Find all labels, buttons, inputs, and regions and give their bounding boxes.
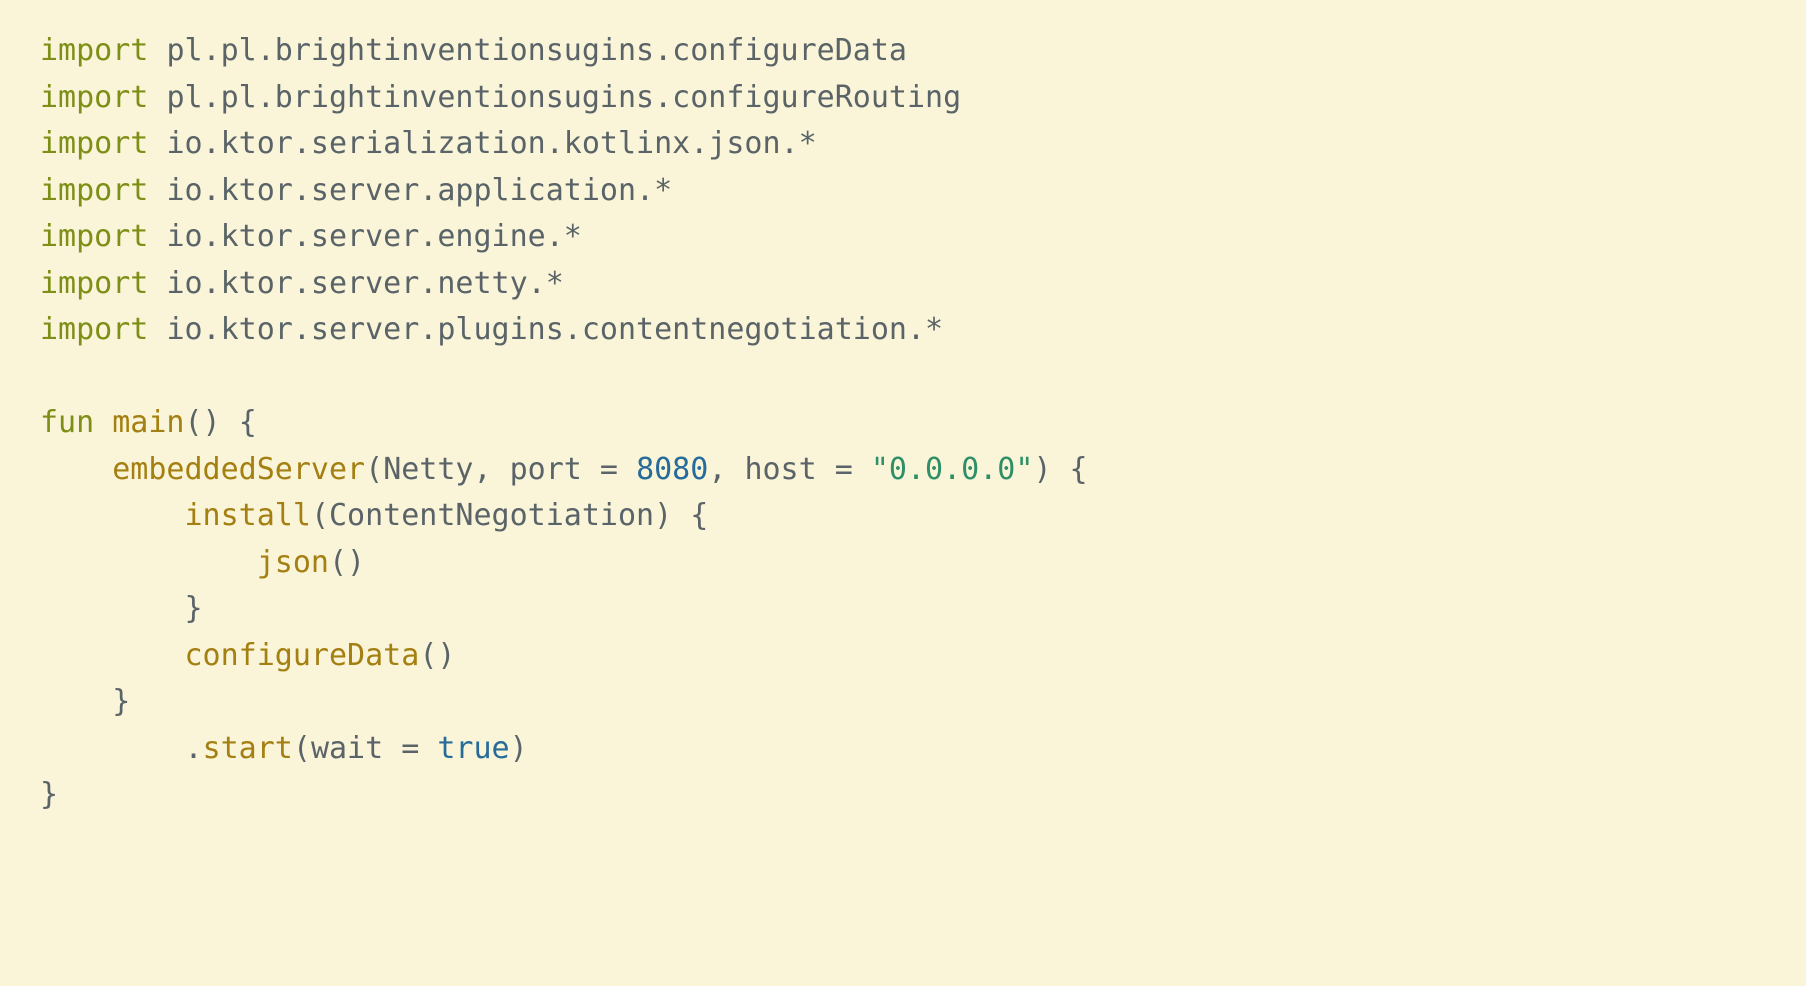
import-path: io.ktor.server.plugins.contentnegotiatio… (166, 312, 943, 347)
line-install: install(ContentNegotiation) { (40, 498, 708, 533)
keyword-import: import (40, 266, 148, 301)
line-import-5: import io.ktor.server.netty.* (40, 266, 564, 301)
value-wait: true (437, 731, 509, 766)
import-path: pl.pl.brightinventionsugins.configureRou… (166, 80, 961, 115)
import-path: pl.pl.brightinventionsugins.configureDat… (166, 33, 907, 68)
line-import-1: import pl.pl.brightinventionsugins.confi… (40, 80, 961, 115)
import-path: io.ktor.serialization.kotlinx.json.* (166, 126, 816, 161)
import-path: io.ktor.server.engine.* (166, 219, 581, 254)
call-embeddedServer: embeddedServer (112, 452, 365, 487)
import-path: io.ktor.server.netty.* (166, 266, 563, 301)
fn-name-main: main (112, 405, 184, 440)
keyword-import: import (40, 80, 148, 115)
paren-open: () (185, 405, 221, 440)
label-port: port (510, 452, 582, 487)
line-close-install: } (40, 591, 203, 626)
keyword-import: import (40, 312, 148, 347)
code-block: import pl.pl.brightinventionsugins.confi… (0, 0, 1806, 847)
line-import-4: import io.ktor.server.engine.* (40, 219, 582, 254)
arg-netty: Netty (383, 452, 473, 487)
line-close-fun: } (40, 777, 58, 812)
line-close-lambda: } (40, 684, 130, 719)
line-json: json() (40, 545, 365, 580)
line-import-3: import io.ktor.server.application.* (40, 173, 672, 208)
label-wait: wait (311, 731, 383, 766)
line-import-0: import pl.pl.brightinventionsugins.confi… (40, 33, 907, 68)
keyword-import: import (40, 33, 148, 68)
line-start: .start(wait = true) (40, 731, 528, 766)
keyword-fun: fun (40, 405, 94, 440)
import-path: io.ktor.server.application.* (166, 173, 672, 208)
line-embedded-server: embeddedServer(Netty, port = 8080, host … (40, 452, 1088, 487)
keyword-import: import (40, 126, 148, 161)
line-configure-data: configureData() (40, 638, 455, 673)
label-host: host (744, 452, 816, 487)
arg-contentnegotiation: ContentNegotiation (329, 498, 654, 533)
line-import-2: import io.ktor.serialization.kotlinx.jso… (40, 126, 817, 161)
line-fun-main: fun main() { (40, 405, 257, 440)
call-configureData: configureData (185, 638, 420, 673)
value-host: "0.0.0.0" (871, 452, 1034, 487)
brace-open: { (239, 405, 257, 440)
line-import-6: import io.ktor.server.plugins.contentneg… (40, 312, 943, 347)
keyword-import: import (40, 219, 148, 254)
call-json: json (257, 545, 329, 580)
call-start: start (203, 731, 293, 766)
call-install: install (185, 498, 311, 533)
value-port: 8080 (636, 452, 708, 487)
keyword-import: import (40, 173, 148, 208)
